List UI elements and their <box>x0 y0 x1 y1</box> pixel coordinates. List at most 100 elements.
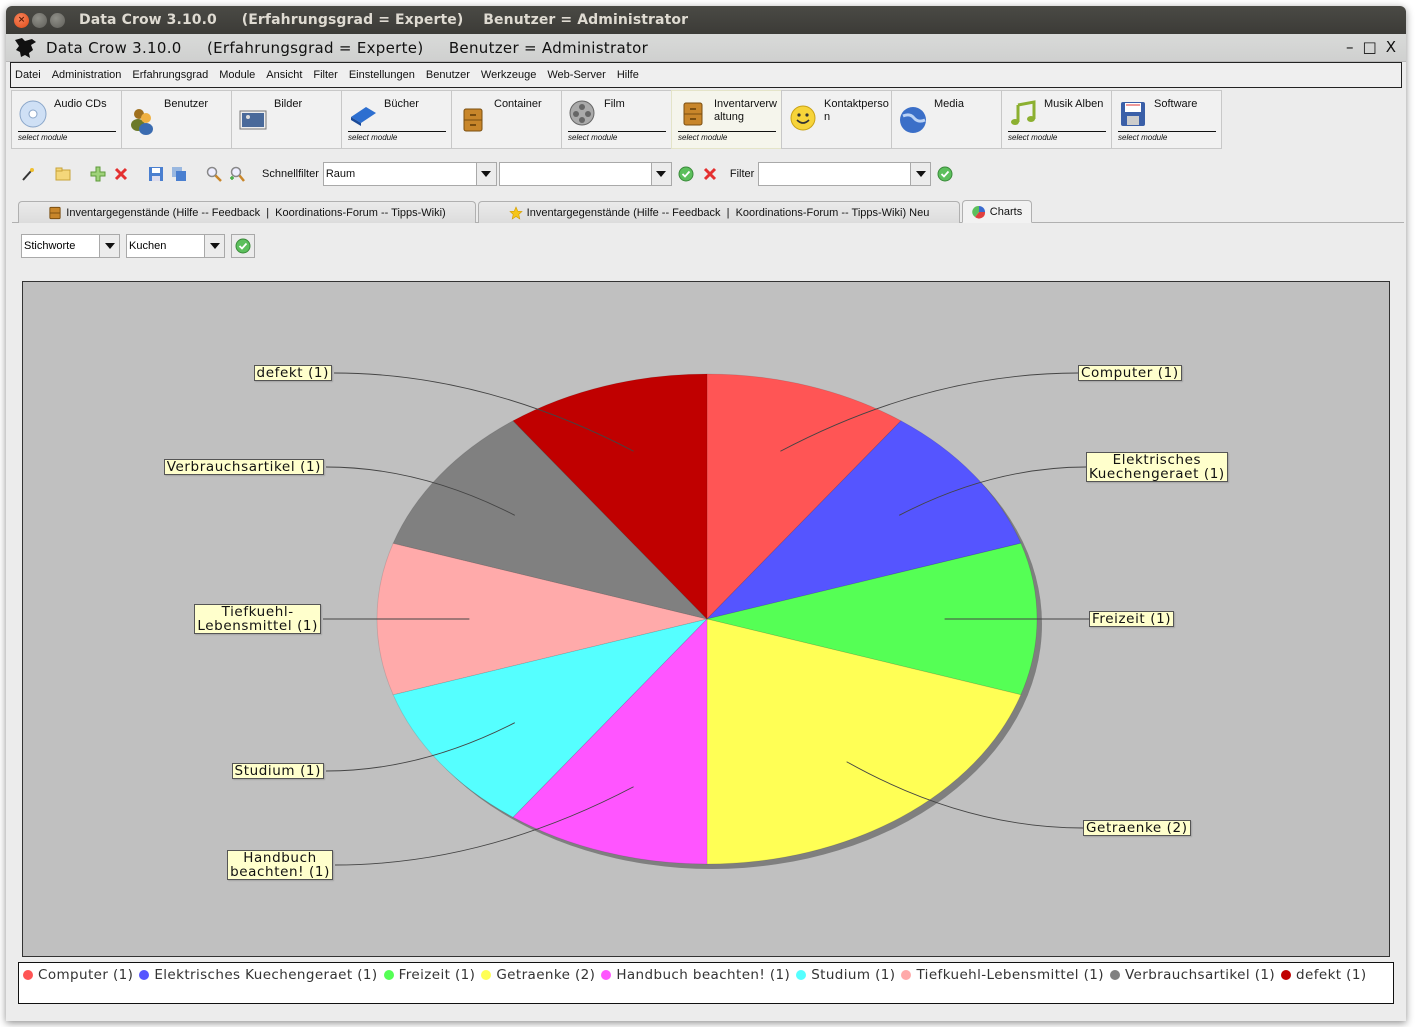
legend-label: Elektrisches Kuechengeraet (1) <box>154 967 378 983</box>
chevron-down-icon[interactable] <box>650 163 671 185</box>
chart-legend: Computer (1) Elektrisches Kuechengeraet (… <box>18 962 1394 1004</box>
os-window-title: Data Crow 3.10.0 (Erfahrungsgrad = Exper… <box>79 12 689 28</box>
menu-werkzeuge[interactable]: Werkzeuge <box>481 69 536 81</box>
delete-icon[interactable] <box>111 164 131 184</box>
quickfilter-field-select[interactable]: Raum <box>322 162 497 186</box>
os-close-button[interactable]: × <box>14 12 29 28</box>
minimize-button[interactable]: – <box>1346 38 1354 56</box>
module-bar: Audio CDs select module Benutzer Bilder … <box>11 90 1222 150</box>
check-icon <box>937 166 953 182</box>
menu-datei[interactable]: Datei <box>15 69 41 81</box>
module-benutzer[interactable]: Benutzer <box>121 90 232 149</box>
cabinet-icon <box>683 102 703 126</box>
users-icon <box>131 109 153 135</box>
legend-color-dot <box>601 970 612 980</box>
cd-icon <box>19 100 47 128</box>
save-icon[interactable] <box>146 164 166 184</box>
pie-label: Freizeit (1) <box>1089 611 1175 627</box>
legend-item: Getraenke (2) <box>481 965 595 985</box>
pie-label: Computer (1) <box>1078 365 1182 381</box>
legend-label: Computer (1) <box>38 967 134 983</box>
module-buecher[interactable]: Bücher select module <box>341 90 452 149</box>
module-bilder[interactable]: Bilder <box>231 90 342 149</box>
menu-hilfe[interactable]: Hilfe <box>617 69 639 81</box>
legend-item: Computer (1) <box>23 965 133 985</box>
music-note-icon <box>1011 100 1036 125</box>
search-icon[interactable] <box>204 164 224 184</box>
menu-benutzer[interactable]: Benutzer <box>426 69 470 81</box>
floppy-disk-icon <box>1121 102 1145 126</box>
os-minimize-button[interactable] <box>32 12 47 28</box>
os-titlebar: × Data Crow 3.10.0 (Erfahrungsgrad = Exp… <box>6 6 1406 34</box>
save-all-icon[interactable] <box>169 164 189 184</box>
menu-filter[interactable]: Filter <box>313 69 337 81</box>
module-software[interactable]: Software select module <box>1111 90 1222 149</box>
tab-charts[interactable]: Charts <box>962 200 1032 223</box>
legend-label: Getraenke (2) <box>496 967 596 983</box>
star-icon <box>508 205 523 220</box>
tab-inventargegenstaende[interactable]: Inventargegenstände (Hilfe -- Feedback |… <box>18 201 476 223</box>
menu-module[interactable]: Module <box>219 69 255 81</box>
tab-bar: Inventargegenstände (Hilfe -- Feedback |… <box>12 200 1404 223</box>
chevron-down-icon[interactable] <box>910 163 931 185</box>
legend-label: Studium (1) <box>811 967 896 983</box>
check-icon <box>235 238 251 254</box>
close-button[interactable]: X <box>1386 38 1396 56</box>
quickfilter-value-select[interactable] <box>498 162 672 186</box>
smiley-icon <box>790 105 816 131</box>
module-film[interactable]: Film select module <box>561 90 672 149</box>
advanced-search-icon[interactable] <box>227 164 247 184</box>
legend-color-dot <box>901 970 912 980</box>
os-maximize-button[interactable] <box>50 12 65 28</box>
legend-label: Verbrauchsartikel (1) <box>1124 967 1276 983</box>
module-inventarverwaltung[interactable]: Inventarverwaltung select module <box>671 90 782 149</box>
module-musik-alben[interactable]: Musik Alben select module <box>1001 90 1112 149</box>
legend-item: defekt (1) <box>1281 965 1366 985</box>
menu-erfahrungsgrad[interactable]: Erfahrungsgrad <box>132 69 208 81</box>
tab-inventargegenstaende-neu[interactable]: Inventargegenstände (Hilfe -- Feedback |… <box>478 201 960 223</box>
folder-icon[interactable] <box>53 164 73 184</box>
pie-chart-icon <box>972 205 985 219</box>
module-media[interactable]: Media <box>891 90 1002 149</box>
legend-color-dot <box>383 970 394 980</box>
legend-item: Handbuch beachten! (1) <box>601 965 790 985</box>
chart-field-select[interactable]: Stichworte <box>21 234 120 258</box>
menu-einstellungen[interactable]: Einstellungen <box>349 69 415 81</box>
chevron-down-icon[interactable] <box>475 163 496 185</box>
chart-type-select[interactable]: Kuchen <box>126 234 225 258</box>
menu-web-server[interactable]: Web-Server <box>547 69 605 81</box>
pie-label: Tiefkuehl- Lebensmittel (1) <box>194 604 321 634</box>
menu-bar: Datei Administration Erfahrungsgrad Modu… <box>10 62 1402 88</box>
menu-ansicht[interactable]: Ansicht <box>266 69 302 81</box>
legend-color-dot <box>1281 970 1292 980</box>
apply-filter-button[interactable] <box>935 164 955 184</box>
clear-quickfilter-button[interactable] <box>700 164 720 184</box>
module-audio-cds[interactable]: Audio CDs select module <box>11 90 122 149</box>
chevron-down-icon[interactable] <box>99 235 119 257</box>
filter-select[interactable] <box>758 162 932 186</box>
legend-color-dot <box>481 970 492 980</box>
menu-administration[interactable]: Administration <box>52 69 122 81</box>
magic-wand-icon[interactable] <box>18 164 38 184</box>
legend-label: Tiefkuehl-Lebensmittel (1) <box>916 967 1104 983</box>
pie-label: Handbuch beachten! (1) <box>227 850 333 880</box>
cabinet-icon <box>463 108 483 132</box>
book-icon <box>351 107 376 126</box>
app-header: Data Crow 3.10.0 (Erfahrungsgrad = Exper… <box>6 34 1406 62</box>
maximize-button[interactable]: □ <box>1363 38 1377 56</box>
module-container[interactable]: Container <box>451 90 562 149</box>
legend-item: Studium (1) <box>796 965 895 985</box>
module-kontaktperson[interactable]: Kontaktperson <box>781 90 892 149</box>
apply-chart-button[interactable] <box>231 234 255 258</box>
cabinet-icon <box>49 206 61 219</box>
legend-color-dot <box>139 970 150 980</box>
apply-quickfilter-button[interactable] <box>676 164 696 184</box>
chevron-down-icon[interactable] <box>204 235 224 257</box>
legend-label: Freizeit (1) <box>398 967 476 983</box>
legend-item: Freizeit (1) <box>383 965 476 985</box>
globe-icon <box>900 107 926 133</box>
add-icon[interactable] <box>88 164 108 184</box>
pie-label: Verbrauchsartikel (1) <box>163 459 324 475</box>
crow-logo-icon <box>15 37 36 58</box>
pie-label: Getraenke (2) <box>1083 820 1191 836</box>
